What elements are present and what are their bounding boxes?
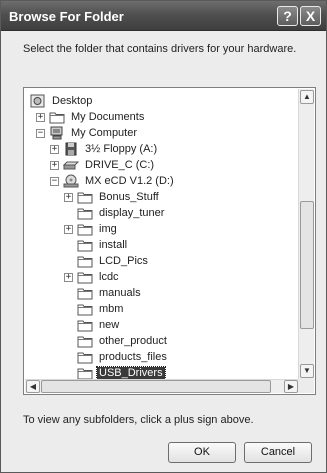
- tree-node-label: manuals: [99, 287, 141, 299]
- vertical-scroll-thumb[interactable]: [300, 201, 314, 329]
- tree-node[interactable]: new: [64, 317, 121, 333]
- scroll-right-button[interactable]: ▶: [284, 380, 298, 393]
- folder-icon: [77, 222, 93, 236]
- tree-node[interactable]: products_files: [64, 349, 169, 365]
- title-bar[interactable]: Browse For Folder ? X: [1, 1, 326, 31]
- expand-button[interactable]: +: [64, 272, 73, 282]
- tree-node-label: display_tuner: [99, 207, 165, 219]
- cancel-button[interactable]: Cancel: [244, 442, 312, 463]
- expand-button[interactable]: +: [64, 224, 73, 234]
- computer-icon: [49, 126, 65, 140]
- tree-node-label: Desktop: [52, 95, 93, 107]
- tree-node-label: MX eCD V1.2 (D:): [85, 175, 174, 187]
- tree-node[interactable]: + Bonus_Stuff: [64, 189, 161, 205]
- tree-node[interactable]: install: [64, 237, 129, 253]
- folder-icon: [49, 110, 65, 124]
- tree-node[interactable]: Desktop: [30, 93, 94, 109]
- tree-node[interactable]: display_tuner: [64, 205, 166, 221]
- desktop-icon: [30, 94, 46, 108]
- expand-button[interactable]: +: [64, 192, 73, 202]
- tree-node[interactable]: mbm: [64, 301, 125, 317]
- tree-node-label: Bonus_Stuff: [99, 191, 159, 203]
- hard-drive-icon: [63, 158, 79, 172]
- vertical-scrollbar[interactable]: ▲ ▼: [298, 89, 314, 379]
- folder-icon: [77, 302, 93, 316]
- horizontal-scroll-thumb[interactable]: [41, 380, 271, 393]
- tree-node-label: other_product: [99, 335, 167, 347]
- tree-node[interactable]: − My Computer: [36, 125, 139, 141]
- folder-tree: Desktop + My Documents − My Computer +3½ Flop…: [23, 87, 316, 395]
- tree-node[interactable]: + img: [64, 221, 119, 237]
- tree-node[interactable]: LCD_Pics: [64, 253, 150, 269]
- tree-node[interactable]: + lcdc: [64, 269, 121, 285]
- folder-icon: [77, 318, 93, 332]
- tree-node-label: install: [99, 239, 128, 251]
- expand-button[interactable]: +: [50, 144, 59, 154]
- folder-icon: [77, 254, 93, 268]
- instruction-text: Select the folder that contains drivers …: [23, 43, 297, 55]
- window-title: Browse For Folder: [9, 9, 124, 24]
- tree-node[interactable]: manuals: [64, 285, 143, 301]
- close-button[interactable]: X: [300, 6, 321, 26]
- collapse-button[interactable]: −: [50, 176, 59, 186]
- scroll-up-button[interactable]: ▲: [300, 90, 314, 104]
- tree-node-label: new: [99, 319, 120, 331]
- tree-node-label: lcdc: [99, 271, 119, 283]
- folder-icon: [77, 350, 93, 364]
- folder-icon: [77, 190, 93, 204]
- ok-button[interactable]: OK: [168, 442, 236, 463]
- folder-tree-view[interactable]: Desktop + My Documents − My Computer +3½ Flop…: [25, 89, 299, 379]
- tree-node-label: products_files: [99, 351, 167, 363]
- cd-drive-icon: [63, 174, 79, 188]
- tree-node[interactable]: + My Documents: [36, 109, 146, 125]
- tree-node[interactable]: − MX eCD V1.2 (D:): [50, 173, 176, 189]
- scrollbar-corner: [298, 379, 314, 393]
- floppy-icon: [63, 142, 79, 156]
- tree-node-label: img: [99, 223, 117, 235]
- tree-node-label: USB_Drivers: [96, 366, 166, 379]
- expand-button[interactable]: +: [50, 160, 59, 170]
- collapse-button[interactable]: −: [36, 128, 45, 138]
- folder-icon: [77, 206, 93, 220]
- folder-icon: [77, 270, 93, 284]
- folder-icon: [77, 286, 93, 300]
- tree-node-label: 3½ Floppy (A:): [85, 143, 158, 155]
- tree-node-label: My Computer: [71, 127, 138, 139]
- tree-node-label: My Documents: [71, 111, 145, 123]
- hint-text: To view any subfolders, click a plus sig…: [23, 414, 254, 426]
- folder-icon: [77, 334, 93, 348]
- horizontal-scrollbar[interactable]: ◀ ▶: [25, 379, 299, 393]
- help-button[interactable]: ?: [277, 6, 298, 26]
- tree-node[interactable]: + DRIVE_C (C:): [50, 157, 156, 173]
- tree-node[interactable]: +3½ Floppy (A:): [50, 141, 159, 157]
- scroll-left-button[interactable]: ◀: [26, 380, 40, 393]
- tree-node-label: LCD_Pics: [99, 255, 148, 267]
- folder-icon: [77, 366, 93, 379]
- scroll-down-button[interactable]: ▼: [300, 364, 314, 378]
- tree-node-label: mbm: [99, 303, 124, 315]
- tree-node[interactable]: other_product: [64, 333, 169, 349]
- browse-for-folder-dialog: Browse For Folder ? X Select the folder …: [0, 0, 327, 473]
- tree-node[interactable]: USB_Drivers: [64, 365, 166, 379]
- expand-button[interactable]: +: [36, 112, 45, 122]
- folder-icon: [77, 238, 93, 252]
- tree-node-label: DRIVE_C (C:): [85, 159, 155, 171]
